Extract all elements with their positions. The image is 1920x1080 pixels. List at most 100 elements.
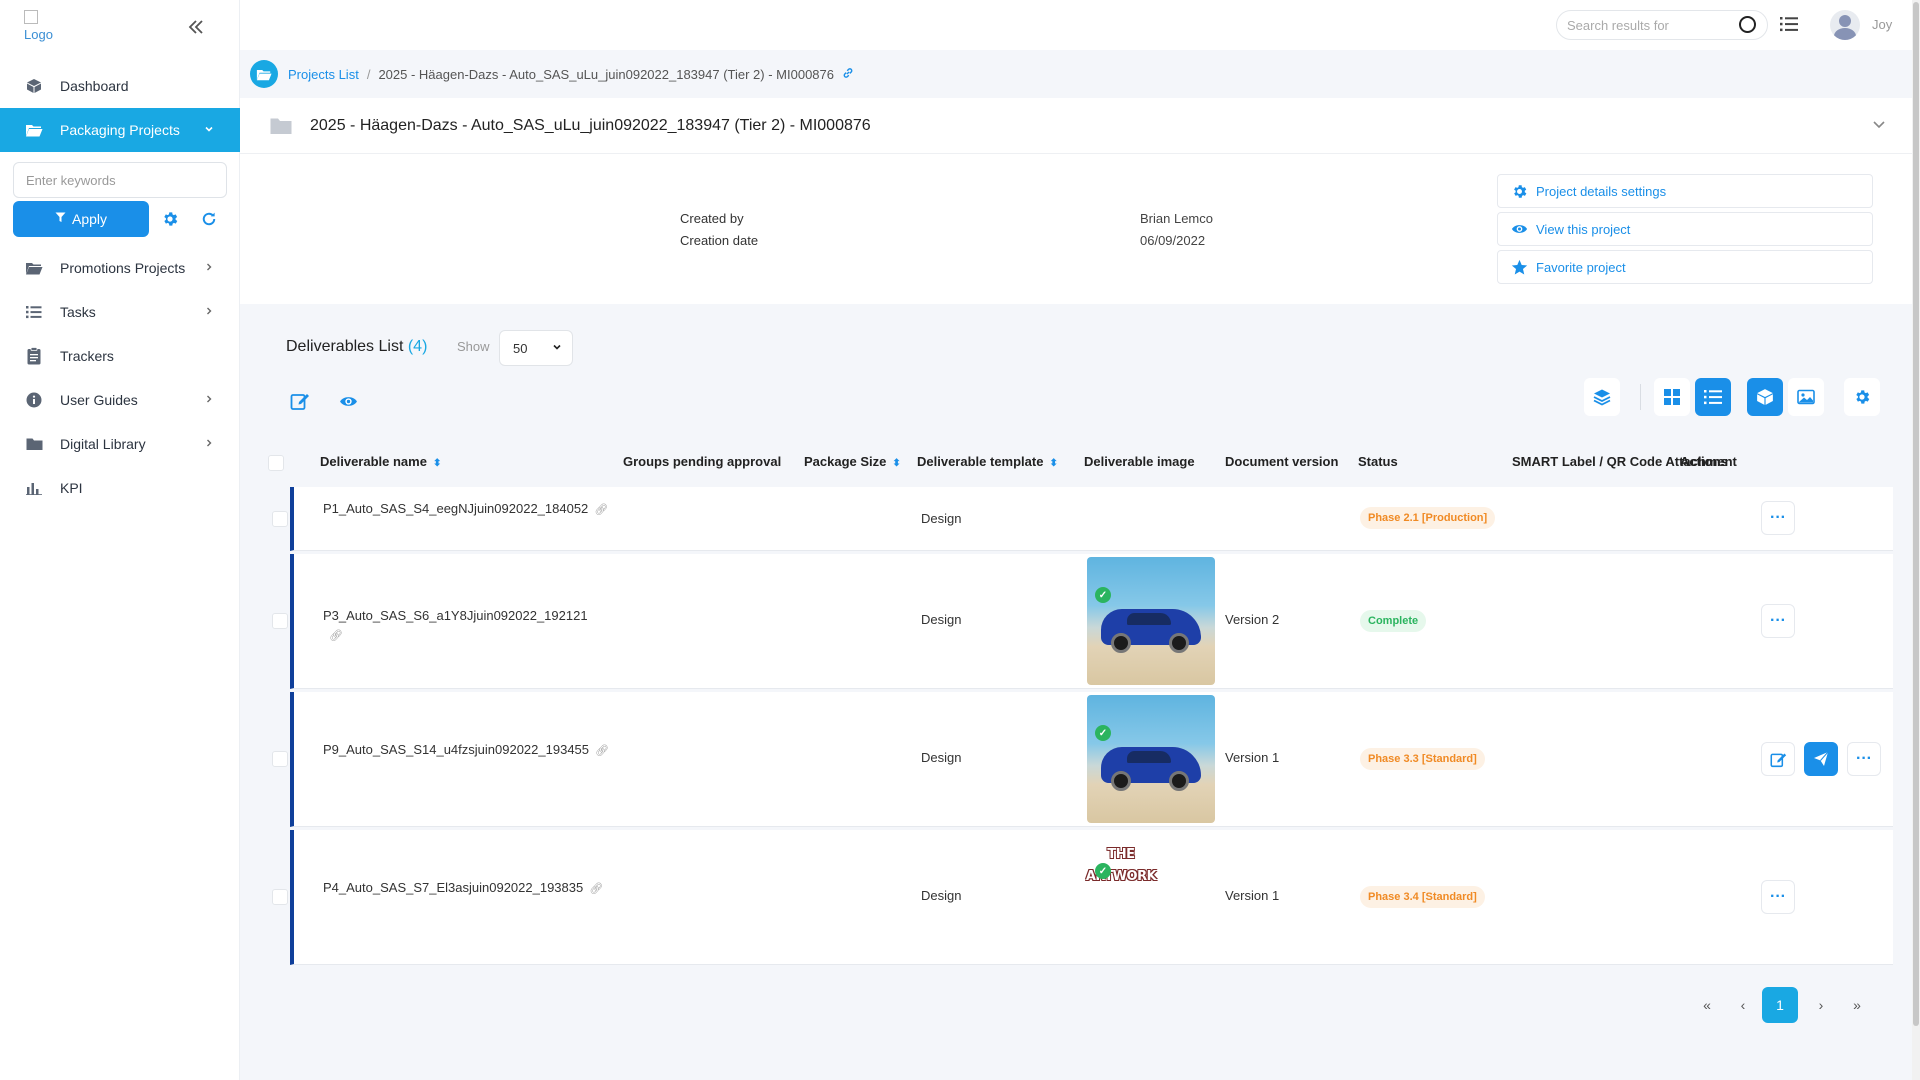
- approved-check-icon: ✓: [1095, 587, 1111, 603]
- username[interactable]: Joy: [1872, 17, 1892, 32]
- layers-view-button[interactable]: [1584, 378, 1620, 416]
- more-actions-button[interactable]: ···: [1847, 742, 1881, 776]
- column-header-image: Deliverable image: [1084, 454, 1195, 469]
- sidebar-item-kpi[interactable]: KPI: [0, 466, 240, 510]
- sidebar-item-label: KPI: [60, 480, 83, 496]
- bar-chart-icon: [24, 478, 44, 498]
- keyword-input[interactable]: [13, 162, 227, 198]
- deliverable-image[interactable]: THE ARTWORK: [1076, 844, 1166, 888]
- row-checkbox[interactable]: [272, 613, 288, 629]
- table-row[interactable]: P4_Auto_SAS_S7_El3asjuin092022_193835 🔗︎ …: [272, 830, 1893, 965]
- sidebar-item-dashboard[interactable]: Dashboard: [0, 64, 240, 108]
- sidebar-item-label: User Guides: [60, 392, 138, 408]
- image-view-button[interactable]: [1788, 378, 1824, 416]
- project-title-row[interactable]: 2025 - Häagen-Dazs - Auto_SAS_uLu_juin09…: [240, 98, 1912, 154]
- pagination-next[interactable]: ›: [1804, 988, 1838, 1022]
- column-header-name[interactable]: Deliverable name ⬍: [320, 454, 441, 469]
- menu-list-icon[interactable]: [1780, 16, 1798, 32]
- deliverables-title: Deliverables List: [286, 338, 404, 355]
- pagination-last[interactable]: »: [1840, 988, 1874, 1022]
- pagination-page-1[interactable]: 1: [1762, 987, 1798, 1023]
- sort-icon[interactable]: ⬍: [892, 458, 900, 469]
- sort-icon[interactable]: ⬍: [433, 458, 441, 469]
- apply-filter-button[interactable]: Apply: [13, 201, 149, 237]
- breadcrumb-separator: /: [366, 66, 371, 82]
- select-all-checkbox[interactable]: [268, 455, 284, 471]
- bulk-edit-button[interactable]: [287, 388, 313, 414]
- pagination-prev[interactable]: ‹: [1726, 988, 1760, 1022]
- search-icon[interactable]: [1739, 16, 1756, 33]
- link-icon[interactable]: 🔗︎: [595, 745, 609, 757]
- broken-image-icon: [24, 10, 38, 24]
- column-header-package-size[interactable]: Package Size ⬍: [804, 454, 901, 469]
- list-view-button[interactable]: [1695, 378, 1731, 416]
- list-icon: [1704, 390, 1722, 405]
- eye-icon: [339, 396, 357, 406]
- reset-filter-button[interactable]: [193, 201, 225, 237]
- scrollbar-thumb[interactable]: [1913, 2, 1919, 1026]
- favorite-project-button[interactable]: Favorite project: [1497, 250, 1873, 284]
- sidebar-item-promotions-projects[interactable]: Promotions Projects: [0, 246, 240, 290]
- send-deliverable-button[interactable]: [1804, 742, 1838, 776]
- project-title: 2025 - Häagen-Dazs - Auto_SAS_uLu_juin09…: [310, 116, 871, 134]
- creation-date-label: Creation date: [680, 233, 759, 248]
- column-header-actions: Actions: [1680, 454, 1728, 469]
- pagination-first[interactable]: «: [1690, 988, 1724, 1022]
- breadcrumb-projects-list-link[interactable]: Projects List: [288, 67, 359, 82]
- column-label: Package Size: [804, 454, 887, 469]
- chevron-down-icon[interactable]: [1872, 116, 1886, 134]
- project-details-settings-button[interactable]: Project details settings: [1497, 174, 1873, 208]
- deliverable-image[interactable]: [1087, 557, 1215, 685]
- more-actions-button[interactable]: ···: [1761, 501, 1795, 535]
- gear-icon: [1856, 390, 1870, 404]
- row-checkbox[interactable]: [272, 889, 288, 905]
- column-header-groups: Groups pending approval: [623, 454, 782, 469]
- row-checkbox[interactable]: [272, 511, 288, 527]
- sidebar-item-packaging-projects[interactable]: Packaging Projects: [0, 108, 240, 152]
- logo[interactable]: Logo: [24, 10, 64, 44]
- created-by-label: Created by: [680, 211, 744, 226]
- deliverable-name[interactable]: P4_Auto_SAS_S7_El3asjuin092022_193835 🔗︎: [323, 878, 623, 899]
- filter-icon: [55, 212, 66, 226]
- link-icon[interactable]: [842, 67, 854, 82]
- page-size-select[interactable]: 50: [499, 330, 573, 366]
- deliverable-name[interactable]: P1_Auto_SAS_S4_eegNJjuin092022_184052 🔗︎: [323, 499, 623, 520]
- column-header-status: Status: [1358, 454, 1398, 469]
- package-view-button[interactable]: [1747, 378, 1783, 416]
- sidebar-item-digital-library[interactable]: Digital Library: [0, 422, 240, 466]
- more-actions-button[interactable]: ···: [1761, 880, 1795, 914]
- approved-check-icon: ✓: [1095, 863, 1111, 879]
- filter-settings-button[interactable]: [154, 201, 186, 237]
- folder-open-icon: [24, 258, 44, 278]
- table-row[interactable]: P1_Auto_SAS_S4_eegNJjuin092022_184052 🔗︎ …: [272, 487, 1893, 551]
- box-icon: [24, 76, 44, 96]
- sort-icon[interactable]: ⬍: [1049, 458, 1057, 469]
- column-label: Deliverable name: [320, 454, 427, 469]
- table-row[interactable]: P3_Auto_SAS_S6_a1Y8Jjuin092022_192121 🔗︎ …: [272, 554, 1893, 689]
- view-project-button[interactable]: View this project: [1497, 212, 1873, 246]
- deliverable-image[interactable]: [1087, 695, 1215, 823]
- edit-deliverable-button[interactable]: [1761, 742, 1795, 776]
- sidebar-item-tasks[interactable]: Tasks: [0, 290, 240, 334]
- search-input[interactable]: [1556, 10, 1768, 40]
- sidebar: Logo Dashboard Packaging Projects Apply …: [0, 0, 240, 1080]
- deliverable-name[interactable]: P9_Auto_SAS_S14_u4fzsjuin092022_193455 🔗︎: [323, 740, 623, 761]
- project-header-card: 2025 - Häagen-Dazs - Auto_SAS_uLu_juin09…: [240, 98, 1912, 304]
- deliverable-name[interactable]: P3_Auto_SAS_S6_a1Y8Jjuin092022_192121 🔗︎: [323, 606, 623, 646]
- list-icon: [24, 302, 44, 322]
- column-header-template[interactable]: Deliverable template ⬍: [917, 454, 1058, 469]
- collapse-sidebar-button[interactable]: [184, 16, 208, 40]
- link-icon[interactable]: 🔗︎: [594, 504, 608, 516]
- avatar[interactable]: [1830, 10, 1860, 40]
- table-settings-button[interactable]: [1844, 378, 1880, 416]
- table-row[interactable]: P9_Auto_SAS_S14_u4fzsjuin092022_193455 🔗︎…: [272, 692, 1893, 827]
- sidebar-item-trackers[interactable]: Trackers: [0, 334, 240, 378]
- sidebar-item-user-guides[interactable]: User Guides: [0, 378, 240, 422]
- grid-view-button[interactable]: [1654, 378, 1690, 416]
- more-actions-button[interactable]: ···: [1761, 604, 1795, 638]
- link-icon[interactable]: 🔗︎: [589, 883, 603, 895]
- bulk-view-button[interactable]: [335, 388, 361, 414]
- chevron-right-icon: [204, 305, 214, 319]
- link-icon[interactable]: 🔗︎: [329, 630, 343, 642]
- row-checkbox[interactable]: [272, 751, 288, 767]
